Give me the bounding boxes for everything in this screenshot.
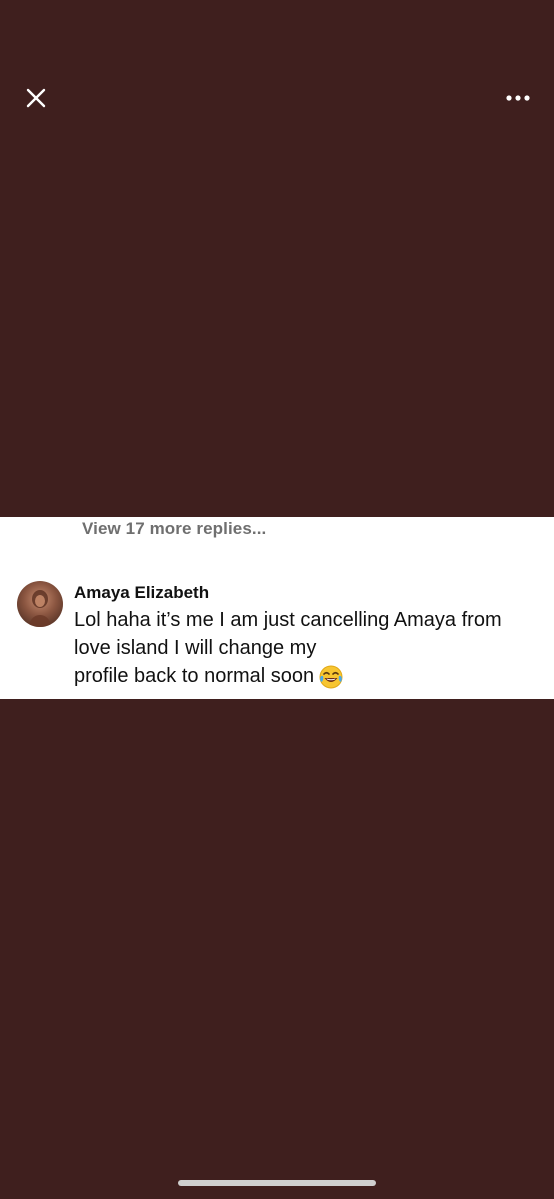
close-button[interactable] — [20, 82, 52, 114]
close-icon — [26, 88, 46, 108]
comment-text: Lol haha it’s me I am just cancelling Am… — [74, 606, 544, 690]
view-more-replies-link[interactable]: View 17 more replies... — [82, 519, 266, 539]
comment-screenshot-card: View 17 more replies... Amaya Elizabeth … — [0, 517, 554, 699]
avatar-photo — [29, 590, 51, 627]
comment-line-3-text: profile back to normal soon — [74, 665, 315, 687]
comment-line-3: profile back to normal soon — [74, 662, 544, 690]
comment-line-2: love island I will change my — [74, 637, 317, 659]
more-options-button[interactable] — [500, 82, 536, 114]
more-horizontal-icon — [506, 95, 530, 101]
face-with-tears-of-joy-icon — [319, 665, 343, 689]
home-indicator[interactable] — [178, 1180, 376, 1186]
comment-author[interactable]: Amaya Elizabeth — [74, 583, 209, 603]
avatar[interactable] — [17, 581, 63, 627]
comment-line-1: Lol haha it’s me I am just cancelling Am… — [74, 609, 502, 631]
